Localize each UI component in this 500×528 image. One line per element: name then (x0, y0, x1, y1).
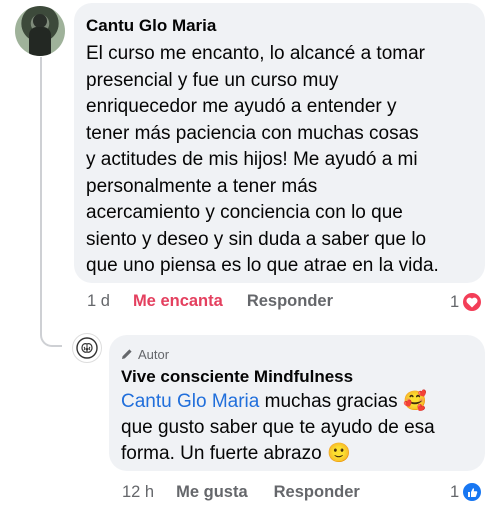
reaction-count: 1 (450, 292, 460, 311)
reply-button[interactable]: Responder (247, 292, 333, 311)
thumbs-up-icon (462, 482, 483, 502)
smile-emoji-icon: 🙂 (326, 443, 351, 464)
reply-thread-line (40, 57, 62, 347)
commenter-avatar[interactable] (15, 6, 65, 56)
comment-bubble: Cantu Glo Maria El curso me encanto, lo … (74, 3, 485, 283)
pencil-icon (122, 349, 132, 359)
reply-author[interactable]: Vive consciente Mindfulness (121, 367, 473, 387)
comment-reaction-summary[interactable]: 1 (450, 292, 483, 312)
comment-actions: 1 d Me encanta Responder (87, 292, 333, 311)
author-badge: Autor (121, 345, 473, 363)
smiling-hearts-emoji-icon: 🥰 (402, 391, 427, 412)
reply-text-part3: forma. Un fuerte abrazo (121, 443, 322, 464)
page-avatar[interactable] (72, 333, 102, 363)
like-button[interactable]: Me gusta (176, 483, 248, 502)
reply-text: Cantu Glo Maria muchas gracias 🥰 que gus… (121, 389, 473, 467)
author-badge-label: Autor (138, 346, 170, 362)
reply-text-part2: que gusto saber que te ayudo de esa (121, 417, 435, 438)
reply-actions: 12 h Me gusta Responder (122, 483, 360, 502)
reply-bubble: Autor Vive consciente Mindfulness Cantu … (109, 335, 485, 471)
reply-to-reply-button[interactable]: Responder (274, 483, 360, 502)
mention-link[interactable]: Cantu Glo Maria (121, 391, 259, 412)
reply-text-part1: muchas gracias (259, 391, 398, 412)
reply-reaction-count: 1 (450, 482, 460, 501)
comment-timestamp[interactable]: 1 d (87, 292, 110, 311)
comment-text: El curso me encanto, lo alcancé a tomar … (86, 43, 439, 276)
love-reaction-button[interactable]: Me encanta (133, 292, 223, 311)
heart-icon (462, 292, 483, 312)
comment-author[interactable]: Cantu Glo Maria (86, 16, 473, 36)
reply-reaction-summary[interactable]: 1 (450, 482, 483, 502)
reply-timestamp[interactable]: 12 h (122, 483, 154, 502)
brain-logo-icon (76, 337, 98, 359)
